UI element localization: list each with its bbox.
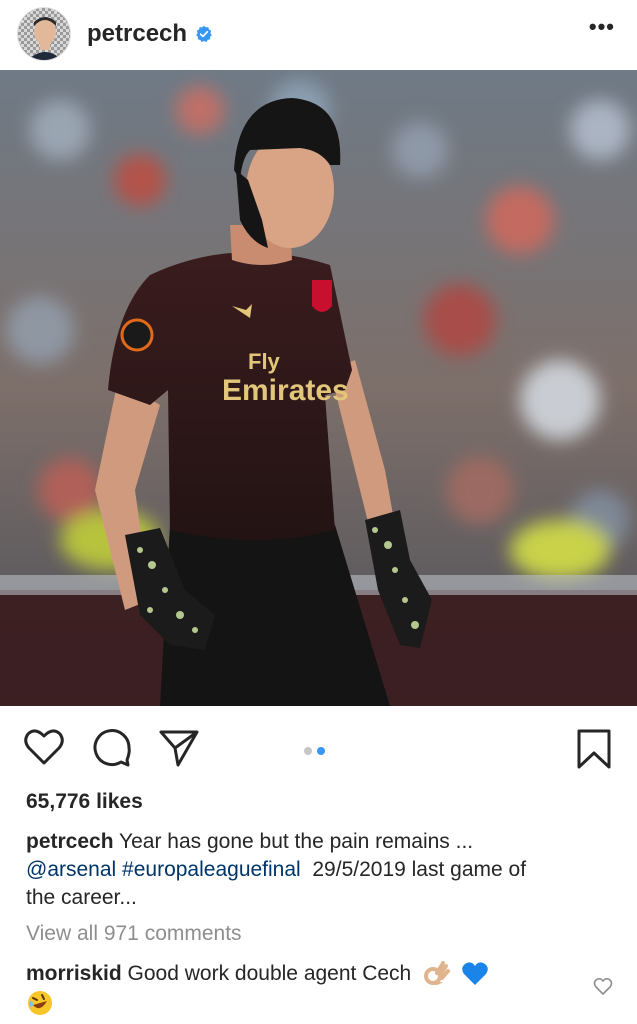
ok-hand-emoji-icon (424, 961, 451, 986)
post-actions (0, 706, 637, 788)
caption-text-end: the career... (26, 886, 137, 909)
bookmark-icon[interactable] (576, 728, 612, 770)
view-all-comments-link[interactable]: View all 971 comments (26, 922, 242, 946)
post-header: petrcech ••• (0, 0, 637, 68)
caption-text-date: 29/5/2019 last game of (312, 858, 527, 881)
post-caption: petrcech Year has gone but the pain rema… (26, 828, 626, 912)
share-icon[interactable] (158, 728, 200, 768)
hashtag-link[interactable]: #europaleaguefinal (122, 858, 301, 881)
caption-text: Year has gone but the pain remains ... (119, 830, 474, 853)
blue-heart-emoji-icon (462, 962, 488, 986)
rofl-emoji-icon (28, 990, 52, 1015)
verified-badge-icon (196, 25, 212, 42)
comment: morriskid Good work double agent Cech (26, 960, 586, 1017)
likes-count[interactable]: 65,776 likes (26, 790, 143, 814)
post-photo[interactable]: Fly Emirates (0, 70, 637, 706)
mention-link[interactable]: @arsenal (26, 858, 116, 881)
svg-text:Fly: Fly (248, 349, 281, 374)
carousel-indicator (304, 747, 325, 755)
comment-icon[interactable] (92, 728, 132, 768)
comment-username[interactable]: morriskid (26, 962, 122, 985)
svg-text:Emirates: Emirates (222, 374, 349, 407)
comment-like-heart-icon[interactable] (593, 978, 613, 996)
avatar[interactable] (17, 7, 71, 61)
heart-icon[interactable] (24, 728, 64, 766)
caption-username[interactable]: petrcech (26, 830, 114, 853)
comment-text: Good work double agent Cech (127, 962, 412, 985)
more-options-button[interactable]: ••• (589, 14, 615, 40)
carousel-dot (304, 747, 312, 755)
username[interactable]: petrcech (87, 20, 187, 48)
carousel-dot-active (317, 747, 325, 755)
